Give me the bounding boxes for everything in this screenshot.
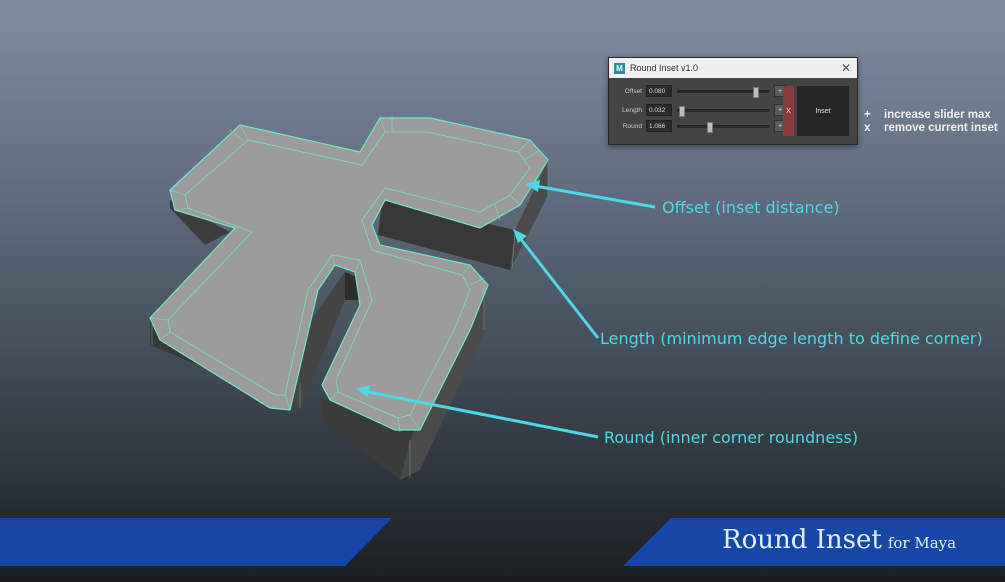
help-line-remove: x remove current inset (864, 122, 998, 135)
length-slider-thumb[interactable] (679, 105, 685, 117)
product-branding: Round Inset for Maya (722, 525, 956, 555)
help-key-x: x (864, 122, 871, 134)
offset-field[interactable]: 0.080 (646, 85, 672, 97)
offset-label: Offset (624, 87, 642, 95)
help-line-increase: + increase slider max (864, 109, 991, 122)
close-icon[interactable]: ✕ (841, 61, 851, 75)
inset-button[interactable]: Inset (797, 86, 849, 136)
offset-slider-thumb[interactable] (753, 86, 759, 98)
dialog-title: Round Inset v1.0 (630, 63, 699, 73)
dialog-titlebar[interactable]: M Round Inset v1.0 ✕ (609, 58, 857, 78)
round-inset-dialog: M Round Inset v1.0 ✕ Offset 0.080 + Leng… (608, 57, 858, 145)
length-row: Length 0.032 + (609, 104, 786, 117)
left-banner (0, 518, 392, 566)
round-slider-thumb[interactable] (707, 121, 713, 133)
offset-row: Offset 0.080 + (609, 85, 786, 98)
length-slider[interactable] (677, 105, 769, 117)
model-mesh (149, 116, 549, 480)
round-row: Round 1.066 + (609, 120, 786, 133)
maya-app-icon: M (614, 62, 625, 74)
help-text-remove: remove current inset (884, 122, 998, 134)
round-slider[interactable] (677, 121, 769, 133)
brand-title: Round Inset (722, 525, 882, 555)
round-field[interactable]: 1.066 (646, 120, 672, 132)
offset-slider[interactable] (677, 86, 769, 98)
round-label: Round (622, 122, 642, 130)
help-key-plus: + (864, 109, 871, 121)
length-annotation: Length (minimum edge length to define co… (600, 329, 983, 348)
length-field[interactable]: 0.032 (646, 104, 672, 116)
offset-annotation: Offset (inset distance) (662, 198, 840, 217)
length-label: Length (622, 106, 642, 114)
round-annotation: Round (inner corner roundness) (604, 428, 859, 447)
remove-inset-button[interactable]: X (783, 86, 794, 136)
help-text-increase: increase slider max (884, 109, 991, 121)
brand-subtitle: for Maya (887, 534, 957, 552)
